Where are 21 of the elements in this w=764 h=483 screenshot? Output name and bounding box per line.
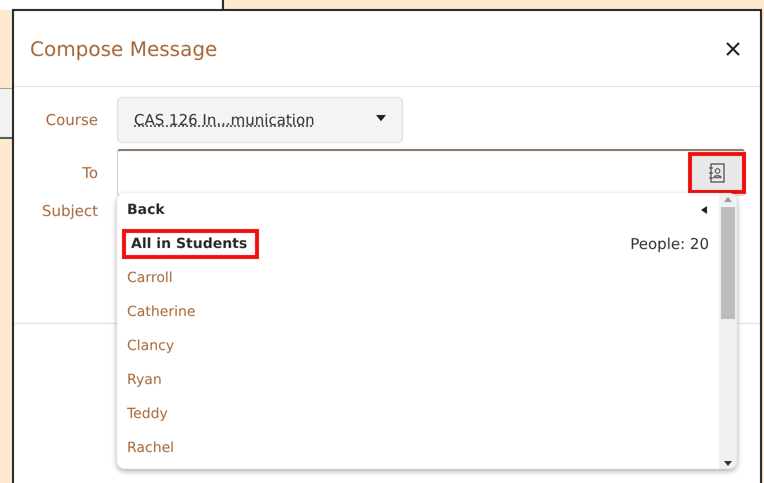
close-icon [726, 42, 740, 56]
back-arrow-icon [701, 206, 709, 214]
recipient-item[interactable]: Back [127, 202, 165, 218]
dialog-title: Compose Message [30, 36, 218, 60]
to-label: To [81, 164, 98, 182]
people-count: People: 20 [630, 235, 709, 253]
address-book-icon [708, 163, 726, 183]
recipient-item[interactable]: Teddy [127, 406, 168, 422]
recipient-item[interactable]: All in Students [122, 229, 260, 259]
recipient-item[interactable]: Ryan [127, 372, 162, 388]
recipient-item[interactable]: Rachel [127, 440, 174, 456]
recipient-item[interactable]: Catherine [127, 304, 196, 320]
scroll-up-icon [724, 197, 732, 205]
recipient-item[interactable]: Carroll [127, 270, 173, 286]
course-select[interactable]: CAS 126 In...munication [117, 97, 403, 143]
address-book-button[interactable] [688, 152, 746, 194]
scroll-thumb[interactable] [721, 207, 735, 319]
subject-label: Subject [40, 202, 98, 220]
recipient-item[interactable]: Clancy [127, 338, 174, 354]
scrollbar[interactable] [719, 193, 737, 469]
course-label: Course [44, 111, 98, 129]
